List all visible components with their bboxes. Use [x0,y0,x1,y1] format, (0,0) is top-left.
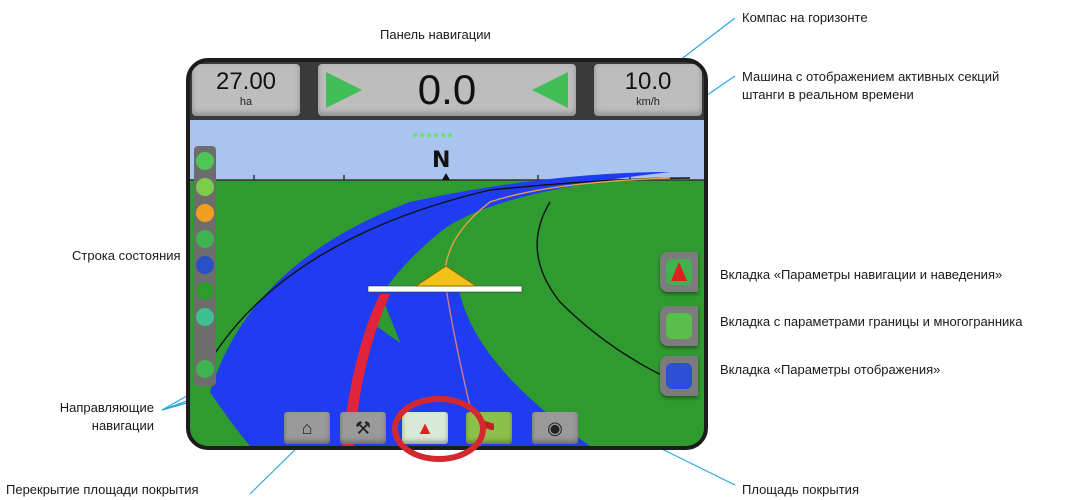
area-value: 27.00 [215,68,277,95]
area-unit: ha [239,96,253,108]
tools-button[interactable]: ⚒ [340,412,386,444]
status-bar-callout: Строка состояния [72,248,181,263]
guide-lines-callout: Направляющие навигации [59,400,154,433]
area-box[interactable]: 27.00 ha [192,64,300,116]
steering-icon[interactable] [196,360,214,378]
display-chat-icon [666,363,692,389]
flag-icon[interactable] [196,152,214,170]
display-tab-callout: Вкладка «Параметры отображения» [720,362,941,377]
status-bar [194,146,216,386]
home-button[interactable]: ⌂ [284,412,330,444]
nav-guidance-tab[interactable] [660,252,698,292]
guidance-icon[interactable] [196,178,214,196]
speed-box[interactable]: 10.0 km/h [594,64,702,116]
cross-track-box: 0.0 [318,64,576,116]
tools-icon: ⚒ [354,418,372,438]
coverage-callout: Площадь покрытия [742,482,859,497]
nav-bar: 27.00 ha 0.0 10.0 km/h [190,62,704,120]
boom-bar [367,285,523,293]
speed-value: 10.0 [624,68,672,95]
nav-panel-callout: Панель навигации [380,27,491,42]
boundary-tab-callout: Вкладка с параметрами границы и многогра… [720,314,1023,329]
display-tab[interactable] [660,356,698,396]
speed-unit: km/h [636,96,660,108]
nav-tab-callout: Вкладка «Параметры навигации и наведения… [720,267,1003,282]
compass-heading: N [432,148,451,173]
overlap-callout: Перекрытие площади покрытия [6,482,199,497]
gnss-icon[interactable] [196,230,214,248]
camera-button[interactable]: ◉ [532,412,578,444]
camera-icon: ◉ [547,418,563,438]
boundary-tab[interactable] [660,306,698,346]
steer-left-icon [532,72,568,108]
nav-arrow-icon [666,259,692,285]
boundary-chat-icon [666,313,692,339]
droplet-icon[interactable] [196,308,214,326]
highlight-circle [392,396,486,462]
home-icon: ⌂ [301,418,313,438]
boom-icon[interactable] [196,282,214,300]
navigation-screen: 27.00 ha 0.0 10.0 km/h ●●●●●● N ⌂ ⚒ ▲ ⚑ … [186,58,708,450]
boundary-icon[interactable] [196,204,214,222]
tilt-icon[interactable] [196,256,214,274]
horizon-compass-callout: Компас на горизонте [742,10,868,25]
vehicle-callout: Машина с отображением активных секций шт… [742,69,1000,102]
satellite-dots: ●●●●●● [412,130,455,141]
